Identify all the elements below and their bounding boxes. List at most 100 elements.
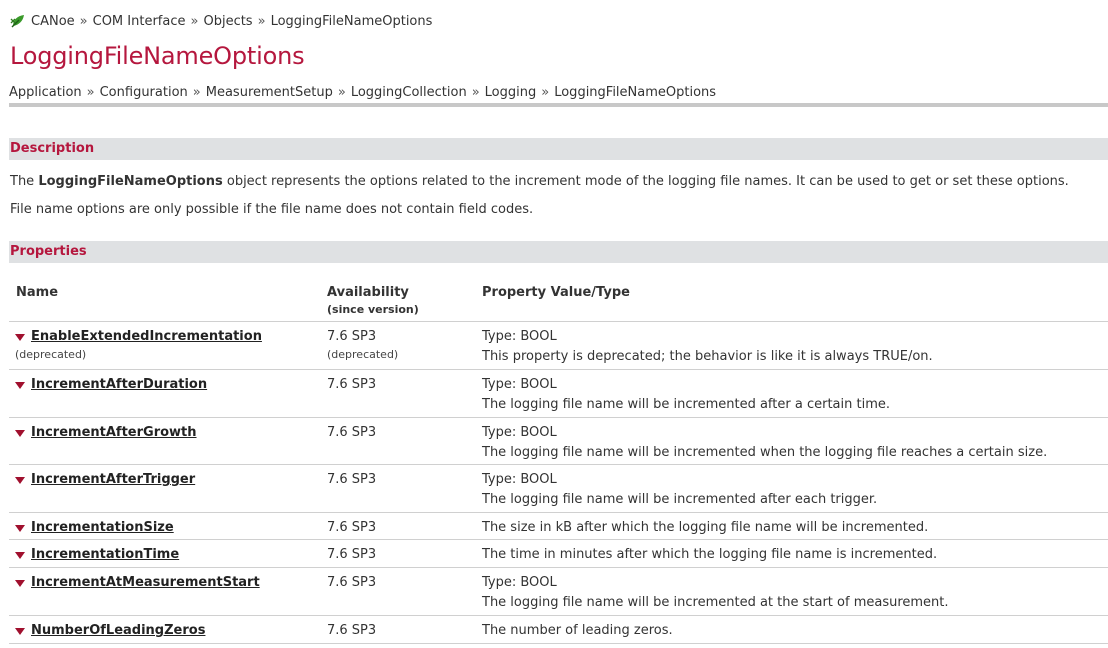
value-cell: Type: BOOL The logging file name will be… bbox=[482, 573, 949, 613]
crumb-separator: » bbox=[257, 13, 266, 29]
property-description: The logging file name will be incremente… bbox=[482, 397, 890, 412]
name-cell: IncrementAfterTrigger bbox=[15, 470, 195, 490]
path-current: LoggingFileNameOptions bbox=[554, 85, 717, 100]
value-cell: Type: BOOL The logging file name will be… bbox=[482, 470, 877, 510]
description-paragraph-2: File name options are only possible if t… bbox=[10, 202, 534, 217]
property-link[interactable]: IncrementAfterDuration bbox=[31, 375, 207, 395]
name-cell: IncrementationSize bbox=[15, 518, 174, 538]
expand-triangle-icon[interactable] bbox=[15, 382, 25, 389]
name-cell: IncrementationTime bbox=[15, 545, 179, 565]
expand-triangle-icon[interactable] bbox=[15, 430, 25, 437]
properties-section-header: Properties bbox=[9, 241, 1108, 263]
value-cell: Type: BOOL The logging file name will be… bbox=[482, 423, 1047, 463]
expand-triangle-icon[interactable] bbox=[15, 552, 25, 559]
crumb-separator: » bbox=[190, 13, 199, 29]
crumb-separator: » bbox=[471, 85, 480, 100]
name-cell: IncrementAfterDuration bbox=[15, 375, 207, 395]
crumb-separator: » bbox=[541, 85, 550, 100]
deprecated-note: (deprecated) bbox=[15, 348, 87, 361]
table-row: EnableExtendedIncrementation (deprecated… bbox=[9, 322, 1108, 370]
availability-sub-label: (since version) bbox=[327, 303, 419, 316]
expand-triangle-icon[interactable] bbox=[15, 628, 25, 635]
availability-version: 7.6 SP3 bbox=[327, 575, 377, 590]
property-link[interactable]: NumberOfLeadingZeros bbox=[31, 621, 205, 641]
crumb-separator: » bbox=[337, 85, 346, 100]
property-name: IncrementAfterDuration bbox=[15, 375, 207, 395]
availability-version: 7.6 SP3 bbox=[327, 377, 377, 392]
properties-heading: Properties bbox=[10, 244, 87, 259]
property-link[interactable]: EnableExtendedIncrementation bbox=[31, 327, 262, 347]
table-row: IncrementAfterDuration 7.6 SP3 Type: BOO… bbox=[9, 370, 1108, 418]
name-cell: IncrementAfterGrowth bbox=[15, 423, 197, 443]
availability-version: 7.6 SP3 bbox=[327, 520, 377, 535]
property-link[interactable]: IncrementAfterTrigger bbox=[31, 470, 195, 490]
property-description: The number of leading zeros. bbox=[482, 623, 673, 638]
name-cell: IncrementAtMeasurementStart bbox=[15, 573, 260, 593]
expand-triangle-icon[interactable] bbox=[15, 334, 25, 341]
table-row: IncrementationTime 7.6 SP3 The time in m… bbox=[9, 540, 1108, 568]
value-cell: Type: BOOL This property is deprecated; … bbox=[482, 327, 933, 367]
property-type: Type: BOOL bbox=[482, 377, 557, 392]
property-description: This property is deprecated; the behavio… bbox=[482, 349, 933, 364]
property-name: IncrementAtMeasurementStart bbox=[15, 573, 260, 593]
name-cell: EnableExtendedIncrementation (deprecated… bbox=[15, 327, 262, 363]
property-link[interactable]: IncrementationTime bbox=[31, 545, 179, 565]
availability-version: 7.6 SP3 bbox=[327, 547, 377, 562]
path-configuration[interactable]: Configuration bbox=[100, 85, 188, 100]
page-title: LoggingFileNameOptions bbox=[10, 42, 305, 70]
property-description: The logging file name will be incremente… bbox=[482, 445, 1048, 460]
availability-version: 7.6 SP3 bbox=[327, 329, 377, 344]
properties-table-header: Name Availability (since version) Proper… bbox=[9, 276, 1108, 322]
crumb-current: LoggingFileNameOptions bbox=[270, 13, 433, 29]
object-name-bold: LoggingFileNameOptions bbox=[38, 174, 223, 189]
description-heading: Description bbox=[10, 141, 95, 156]
deprecated-note: (deprecated) bbox=[327, 348, 399, 361]
property-name: EnableExtendedIncrementation bbox=[15, 327, 262, 347]
property-link[interactable]: IncrementationSize bbox=[31, 518, 174, 538]
crumb-separator: » bbox=[192, 85, 201, 100]
name-cell: NumberOfLeadingZeros bbox=[15, 621, 205, 641]
crumb-separator: » bbox=[79, 13, 88, 29]
header-divider bbox=[9, 103, 1108, 107]
canoe-leaf-icon bbox=[10, 15, 24, 28]
path-measurementsetup[interactable]: MeasurementSetup bbox=[206, 85, 333, 100]
path-application[interactable]: Application bbox=[9, 85, 82, 100]
property-name: IncrementAfterTrigger bbox=[15, 470, 195, 490]
property-link[interactable]: IncrementAtMeasurementStart bbox=[31, 573, 260, 593]
top-breadcrumb: CANoe » COM Interface » Objects » Loggin… bbox=[10, 12, 432, 30]
table-row: NumberOfLeadingZeros 7.6 SP3 The number … bbox=[9, 616, 1108, 644]
table-row: IncrementationSize 7.6 SP3 The size in k… bbox=[9, 513, 1108, 540]
availability-label: Availability bbox=[327, 285, 409, 300]
crumb-objects[interactable]: Objects bbox=[203, 14, 252, 29]
expand-triangle-icon[interactable] bbox=[15, 525, 25, 532]
property-type: Type: BOOL bbox=[482, 575, 557, 590]
property-description: The size in kB after which the logging f… bbox=[482, 520, 929, 535]
crumb-separator: » bbox=[86, 85, 95, 100]
expand-triangle-icon[interactable] bbox=[15, 477, 25, 484]
property-name: IncrementationSize bbox=[15, 518, 174, 538]
property-type: Type: BOOL bbox=[482, 329, 557, 344]
table-row: IncrementAtMeasurementStart 7.6 SP3 Type… bbox=[9, 568, 1108, 616]
crumb-canoe[interactable]: CANoe bbox=[31, 14, 75, 29]
property-type: Type: BOOL bbox=[482, 425, 557, 440]
path-logging[interactable]: Logging bbox=[485, 85, 537, 100]
availability-version: 7.6 SP3 bbox=[327, 425, 377, 440]
property-name: NumberOfLeadingZeros bbox=[15, 621, 205, 641]
crumb-com-interface[interactable]: COM Interface bbox=[93, 14, 186, 29]
expand-triangle-icon[interactable] bbox=[15, 580, 25, 587]
description-section-header: Description bbox=[9, 138, 1108, 160]
object-path-breadcrumb: Application » Configuration » Measuremen… bbox=[9, 85, 716, 100]
para-text: object represents the options related to… bbox=[222, 174, 1069, 189]
availability-version: 7.6 SP3 bbox=[327, 623, 377, 638]
column-header-value-type: Property Value/Type bbox=[482, 285, 630, 300]
property-name: IncrementAfterGrowth bbox=[15, 423, 197, 443]
property-type: Type: BOOL bbox=[482, 472, 557, 487]
value-cell: Type: BOOL The logging file name will be… bbox=[482, 375, 890, 415]
property-description: The logging file name will be incremente… bbox=[482, 492, 878, 507]
property-link[interactable]: IncrementAfterGrowth bbox=[31, 423, 197, 443]
table-row: IncrementAfterTrigger 7.6 SP3 Type: BOOL… bbox=[9, 465, 1108, 513]
property-description: The logging file name will be incremente… bbox=[482, 595, 949, 610]
column-header-availability: Availability (since version) bbox=[327, 285, 419, 316]
property-description: The time in minutes after which the logg… bbox=[482, 547, 938, 562]
path-loggingcollection[interactable]: LoggingCollection bbox=[351, 85, 467, 100]
